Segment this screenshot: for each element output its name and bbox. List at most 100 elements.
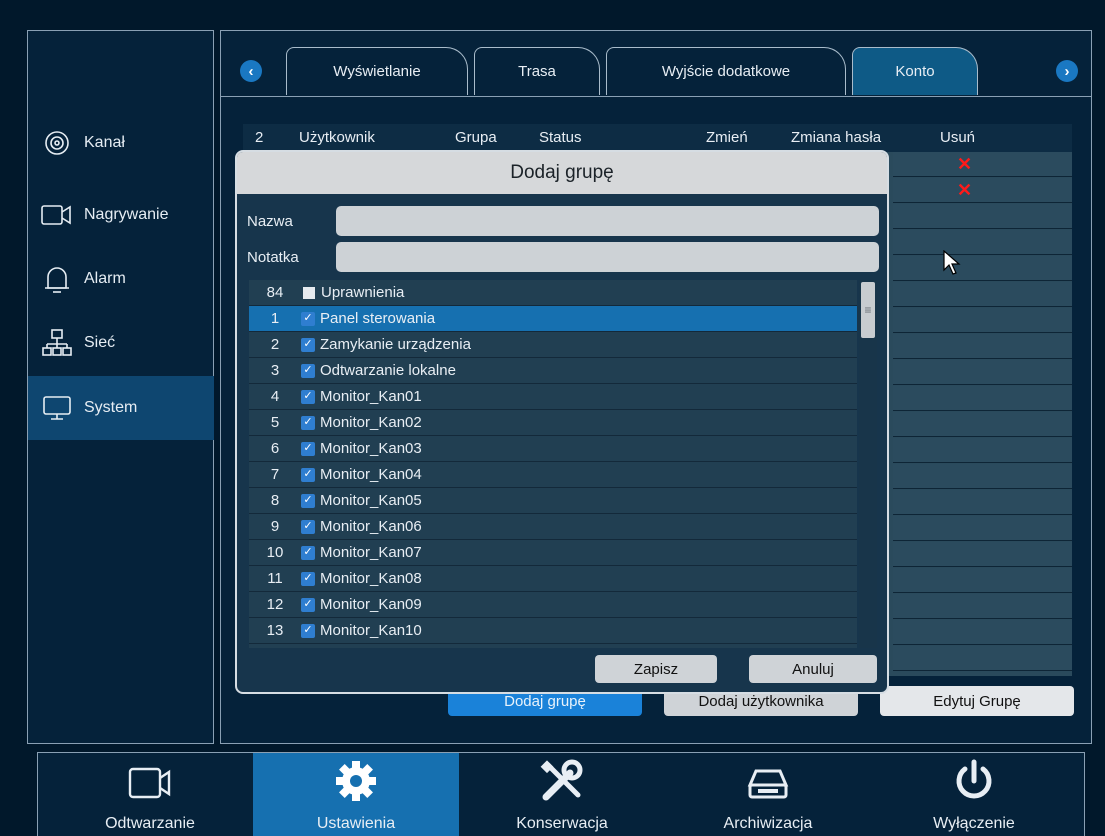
list-item[interactable]: 4 ✓ Monitor_Kan01 [249,384,857,410]
sidebar-item-label: Sieć [84,334,116,351]
list-item[interactable]: 5 ✓ Monitor_Kan02 [249,410,857,436]
delete-user-2-icon[interactable]: ✕ [957,180,972,201]
sidebar-item-label: System [84,399,138,416]
select-all-checkbox[interactable] [303,286,315,299]
tab-divider [220,96,1092,97]
list-item[interactable]: 13 ✓ Monitor_Kan10 [249,618,857,644]
name-field[interactable] [336,206,879,236]
list-item[interactable]: 12 ✓ Monitor_Kan09 [249,592,857,618]
table-row [893,568,1072,593]
table-row [893,412,1072,437]
table-row [893,230,1072,255]
tab-trasa[interactable]: Trasa [474,47,600,95]
table-row [893,516,1072,541]
delete-user-1-icon[interactable]: ✕ [957,154,972,175]
checkbox-checked-icon[interactable]: ✓ [301,415,315,430]
checkbox-checked-icon[interactable]: ✓ [301,597,315,612]
add-group-dialog: Dodaj grupę Nazwa Notatka 84 Uprawnienia… [235,150,889,694]
sidebar-item-label: Nagrywanie [84,206,169,223]
column-header: Usuń [940,129,976,146]
table-row [893,360,1072,385]
column-header: Grupa [455,129,497,146]
drive-icon [747,769,789,799]
checkbox-checked-icon[interactable]: ✓ [301,467,315,482]
name-label: Nazwa [247,213,293,230]
table-row [893,204,1072,229]
video-camera-icon [40,200,74,230]
bottom-item-wylaczenie[interactable]: Wyłączenie [871,753,1077,836]
list-item[interactable]: 9 ✓ Monitor_Kan06 [249,514,857,540]
list-item[interactable]: 1 ✓ Panel sterowania [249,306,857,332]
tab-wyjscie-dodatkowe[interactable]: Wyjście dodatkowe [606,47,846,95]
table-row [893,308,1072,333]
table-row [893,282,1072,307]
tab-wyswietlanie[interactable]: Wyświetlanie [286,47,468,95]
checkbox-checked-icon[interactable]: ✓ [301,545,315,560]
scroll-thumb[interactable]: ≡ [861,282,875,338]
table-row [893,646,1072,671]
list-item[interactable]: 8 ✓ Monitor_Kan05 [249,488,857,514]
column-header: Zmień [706,129,748,146]
list-item[interactable]: 10 ✓ Monitor_Kan07 [249,540,857,566]
table-row [893,620,1072,645]
tab-prev-button[interactable]: ‹ [240,60,262,82]
bottom-item-archiwizacja[interactable]: Archiwizacja [665,753,871,836]
sidebar: Kanał Nagrywanie Alarm Sieć System [27,30,214,744]
checkbox-checked-icon[interactable]: ✓ [301,389,315,404]
note-label: Notatka [247,249,299,266]
grip-icon: ≡ [864,303,872,317]
sidebar-item-label: Kanał [84,134,125,151]
bottom-item-konserwacja[interactable]: Konserwacja [459,753,665,836]
column-header: Status [539,129,582,146]
bottom-item-ustawienia[interactable]: Ustawienia [253,753,459,836]
permissions-scrollbar[interactable]: ≡ [859,280,877,648]
list-item[interactable]: 6 ✓ Monitor_Kan03 [249,436,857,462]
monitor-icon [40,393,74,423]
chevron-right-icon: › [1064,62,1070,80]
tab-next-button[interactable]: › [1056,60,1078,82]
checkbox-checked-icon[interactable]: ✓ [301,571,315,586]
checkbox-checked-icon[interactable]: ✓ [301,363,315,378]
checkbox-checked-icon[interactable]: ✓ [301,441,315,456]
edit-group-button[interactable]: Edytuj Grupę [880,686,1074,716]
network-icon [40,328,74,358]
gear-icon [336,761,376,801]
checkbox-checked-icon[interactable]: ✓ [301,311,315,326]
table-row [893,490,1072,515]
permissions-header: 84 Uprawnienia [249,280,857,306]
checkbox-checked-icon[interactable]: ✓ [301,519,315,534]
save-button[interactable]: Zapisz [595,655,717,683]
table-row [893,152,1072,177]
permissions-header-label: Uprawnienia [321,284,405,301]
checkbox-checked-icon[interactable]: ✓ [301,337,315,352]
table-row [893,334,1072,359]
bottom-item-odtwarzanie[interactable]: Odtwarzanie [47,753,253,836]
user-count: 2 [255,129,264,146]
table-row [893,178,1072,203]
sidebar-item-siec[interactable]: Sieć [28,311,214,375]
table-row [893,256,1072,281]
cancel-button[interactable]: Anuluj [749,655,877,683]
sidebar-item-nagrywanie[interactable]: Nagrywanie [28,183,214,247]
tab-konto[interactable]: Konto [852,47,978,95]
mouse-cursor-icon [943,250,961,275]
list-item[interactable]: 3 ✓ Odtwarzanie lokalne [249,358,857,384]
chevron-left-icon: ‹ [248,62,254,80]
list-item[interactable]: 7 ✓ Monitor_Kan04 [249,462,857,488]
checkbox-checked-icon[interactable]: ✓ [301,623,315,638]
permissions-list: 84 Uprawnienia 1 ✓ Panel sterowania 2 ✓ … [249,280,857,648]
table-row [893,594,1072,619]
note-field[interactable] [336,242,879,272]
sidebar-item-kanal[interactable]: Kanał [28,111,214,175]
table-row [893,542,1072,567]
list-item[interactable]: 11 ✓ Monitor_Kan08 [249,566,857,592]
user-table-header: 2 Użytkownik Grupa Status Zmień Zmiana h… [243,124,1072,152]
sidebar-item-alarm[interactable]: Alarm [28,247,214,311]
power-icon [956,759,992,799]
sidebar-item-system[interactable]: System [28,376,214,440]
video-camera-icon [128,767,171,799]
list-item[interactable]: 2 ✓ Zamykanie urządzenia [249,332,857,358]
bell-icon [40,264,74,294]
checkbox-checked-icon[interactable]: ✓ [301,493,315,508]
permission-count: 84 [266,284,284,301]
